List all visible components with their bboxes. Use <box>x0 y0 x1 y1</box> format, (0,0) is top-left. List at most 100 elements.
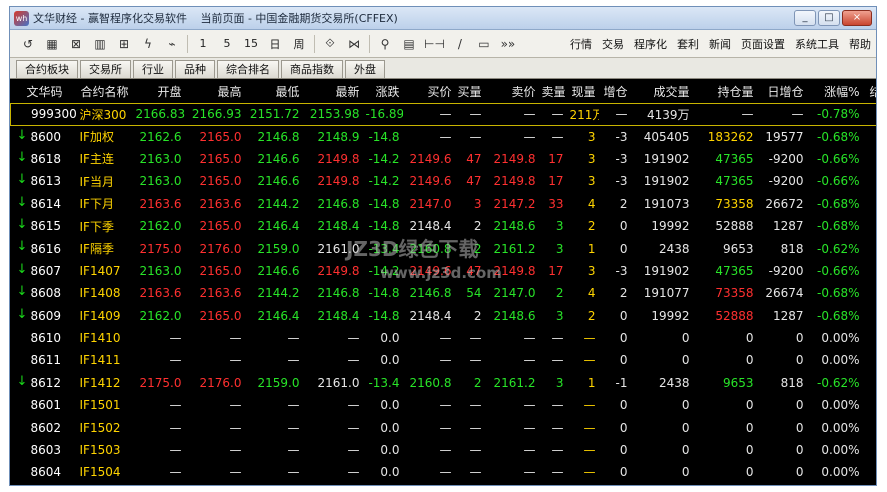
table-cell: — <box>583 443 596 458</box>
period-week-button[interactable]: 周 <box>287 33 311 55</box>
table-row[interactable]: ↓ 8609 IF1409 2162.0 2165.0 2146.4 2148.4 -14.8… <box>11 305 877 327</box>
table-row[interactable]: ↓ 8618 IF主连 2163.0 2165.0 2146.6 2149.8 -14.2 21… <box>11 148 877 170</box>
column-header[interactable]: 增仓 <box>599 81 631 103</box>
flow-icon[interactable]: ⌁ <box>160 33 184 55</box>
line-icon[interactable]: / <box>448 33 472 55</box>
column-header[interactable]: 结算 <box>863 81 876 103</box>
column-header[interactable]: 文华码 <box>11 81 77 103</box>
table-cell: 8602 <box>11 416 77 438</box>
screen-icon[interactable]: ▭ <box>472 33 496 55</box>
table-row[interactable]: ↓ 8615 IF下季 2162.0 2165.0 2146.4 2148.4 -14.8 21… <box>11 215 877 237</box>
column-header[interactable]: 最高 <box>185 81 245 103</box>
table-cell: — <box>523 353 536 368</box>
table-row[interactable]: 8602IF1502————0.0—————00000.00%— <box>11 416 877 438</box>
tab[interactable]: 合约板块 <box>16 60 78 78</box>
trend-icon[interactable]: ⊠ <box>64 33 88 55</box>
tab[interactable]: 交易所 <box>80 60 131 78</box>
column-header[interactable]: 买量 <box>455 81 485 103</box>
table-cell: 2166.93 <box>184 102 245 126</box>
period-1-button[interactable]: 1 <box>191 33 215 55</box>
table-cell: 26674 <box>765 286 804 301</box>
column-header[interactable]: 涨幅% <box>807 81 863 103</box>
table-row[interactable]: ↓ 8613 IF当月 2163.0 2165.0 2146.6 2149.8 -14.2 21… <box>11 170 877 192</box>
table-cell: 2165.0 <box>199 308 242 323</box>
menu-item[interactable]: 帮助 <box>844 36 876 52</box>
table-cell: ↓ 8600 <box>11 125 77 147</box>
table-row[interactable]: ↓ 8612 IF1412 2175.0 2176.0 2159.0 2161.0 -13.4… <box>11 372 877 394</box>
table-row[interactable]: 999300 沪深300 2166.83 2166.93 2151.72 2153.98-… <box>10 102 876 126</box>
menu-item[interactable]: 页面设置 <box>736 36 790 52</box>
chart-icon[interactable]: ▥ <box>88 33 112 55</box>
table-row[interactable]: ↓ 8607 IF1407 2163.0 2165.0 2146.6 2149.8 -14.2… <box>11 260 877 282</box>
column-header[interactable]: 最新 <box>303 81 363 103</box>
table-row[interactable]: 8603IF1503————0.0—————00000.00%— <box>11 439 877 461</box>
search-icon[interactable]: ⚲ <box>373 33 397 55</box>
column-header[interactable]: 卖量 <box>539 81 567 103</box>
table-row[interactable]: ↓ 8600 IF加权 2162.6 2165.0 2146.8 2148.9 -14.8— —… <box>11 125 877 147</box>
table-row[interactable]: ↓ 8616 IF隔季 2175.0 2176.0 2159.0 2161.0 -13.4 21… <box>11 237 877 259</box>
column-header[interactable]: 开盘 <box>133 81 185 103</box>
column-header[interactable]: 卖价 <box>485 81 539 103</box>
contract-code: 8614 <box>30 196 62 211</box>
menu-item[interactable]: 套利 <box>672 36 704 52</box>
menu-item[interactable]: 程序化 <box>629 36 672 52</box>
table-row[interactable]: 8611IF1411————0.0—————00000.00%— <box>11 349 877 371</box>
lightning-icon[interactable]: ϟ <box>136 33 160 55</box>
tab[interactable]: 行业 <box>133 60 173 78</box>
table-cell: — <box>169 420 182 435</box>
table-cell: — <box>469 331 482 346</box>
refresh-icon[interactable]: ↺ <box>16 33 40 55</box>
table-cell: — <box>484 102 539 126</box>
column-header[interactable]: 买价 <box>403 81 455 103</box>
column-header[interactable]: 涨跌 <box>363 81 403 103</box>
column-header[interactable]: 现量 <box>567 81 599 103</box>
menu-item[interactable]: 新闻 <box>704 36 736 52</box>
table-cell: 191073 <box>643 196 690 211</box>
table-cell: 0 <box>619 353 628 368</box>
measure-icon[interactable]: ⊢⊣ <box>421 33 448 55</box>
menu-item[interactable]: 系统工具 <box>790 36 844 52</box>
table-row[interactable]: 8601IF1501————0.0—————00000.00%— <box>11 394 877 416</box>
maximize-button[interactable]: □ <box>818 10 840 26</box>
column-header[interactable]: 最低 <box>245 81 303 103</box>
app-logo-icon: wh <box>14 10 29 26</box>
minimize-button[interactable]: _ <box>794 10 816 26</box>
calc-icon[interactable]: ▤ <box>397 33 421 55</box>
zoom-out-icon[interactable]: ⋈ <box>342 33 366 55</box>
table-cell: — <box>169 331 182 346</box>
table-cell: -14.8 <box>368 308 400 323</box>
period-day-button[interactable]: 日 <box>263 33 287 55</box>
period-15-button[interactable]: 15 <box>239 33 263 55</box>
table-cell: — <box>347 353 360 368</box>
column-header[interactable]: 日增仓 <box>757 81 807 103</box>
table-cell: 2146.4 <box>257 308 300 323</box>
table-cell: 33 <box>548 196 564 211</box>
column-header[interactable]: 成交量 <box>631 81 693 103</box>
table-cell: 2 <box>473 219 482 234</box>
period-5-button[interactable]: 5 <box>215 33 239 55</box>
table-header-row: 文华码 合约名称 开盘 最高 最低 最新 涨跌 买价 买量 卖价 卖量 现量 增仓 成交量 持仓量 日增仓 涨幅… <box>11 81 877 103</box>
kline-icon[interactable]: ⊞ <box>112 33 136 55</box>
table-row[interactable]: 8604IF1504————0.0—————00000.00%— <box>11 461 877 483</box>
table-cell: 47 <box>466 174 482 189</box>
column-header[interactable]: 合约名称 <box>77 81 133 103</box>
more-icon[interactable]: »» <box>496 33 520 55</box>
grid-icon[interactable]: ▦ <box>40 33 64 55</box>
tab[interactable]: 品种 <box>175 60 215 78</box>
table-row[interactable]: 8610IF1410————0.0—————00000.00%— <box>11 327 877 349</box>
table-cell: 47 <box>466 151 482 166</box>
tab[interactable]: 外盘 <box>345 60 385 78</box>
column-header[interactable]: 持仓量 <box>693 81 757 103</box>
table-row[interactable]: ↓ 8614 IF下月 2163.6 2163.6 2144.2 2146.8 -14.8 21… <box>11 193 877 215</box>
table-row[interactable]: ↓ 8608 IF1408 2163.6 2163.6 2144.2 2146.8 -14.8… <box>11 282 877 304</box>
tab[interactable]: 综合排名 <box>217 60 279 78</box>
table-cell: 0 <box>619 443 628 458</box>
tab[interactable]: 商品指数 <box>281 60 343 78</box>
menu-item[interactable]: 交易 <box>597 36 629 52</box>
table-cell: 2147.0 <box>493 286 536 301</box>
table-cell: 2161.2 <box>493 375 536 390</box>
zoom-in-icon[interactable]: ⟐ <box>318 33 342 55</box>
close-button[interactable]: × <box>842 10 872 26</box>
table-cell: — <box>598 102 631 126</box>
menu-item[interactable]: 行情 <box>565 36 597 52</box>
